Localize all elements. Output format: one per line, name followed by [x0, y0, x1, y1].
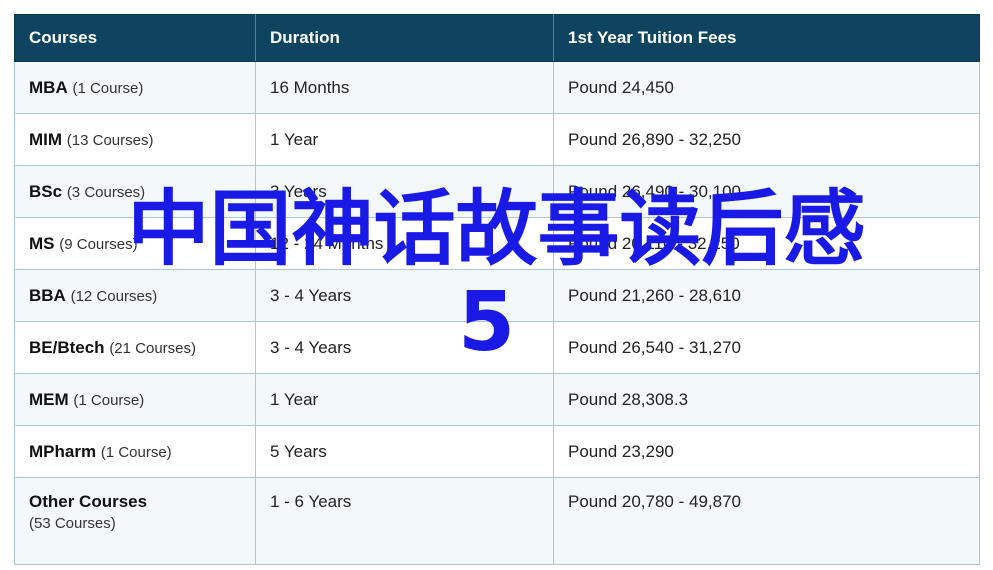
- fees-cell: Pound 26,490 - 30,100: [553, 165, 980, 218]
- table-row: MEM (1 Course) 1 Year Pound 28,308.3: [14, 373, 980, 426]
- course-count: (1 Course): [72, 79, 144, 97]
- duration-cell: 1 - 6 Years: [255, 477, 554, 565]
- course-name[interactable]: MIM: [29, 130, 62, 149]
- duration-cell: 1 Year: [255, 373, 554, 426]
- table-row: MPharm (1 Course) 5 Years Pound 23,290: [14, 425, 980, 478]
- table-header-row: Courses Duration 1st Year Tuition Fees: [14, 14, 980, 62]
- table-row: BSc (3 Courses) 3 Years Pound 26,490 - 3…: [14, 165, 980, 218]
- course-cell: BSc (3 Courses): [14, 165, 256, 218]
- duration-cell: 3 - 4 Years: [255, 321, 554, 374]
- course-count: (13 Courses): [66, 131, 154, 149]
- table-row: MS (9 Courses) 12 - 24 Months Pound 20,1…: [14, 217, 980, 270]
- course-name[interactable]: MBA: [29, 78, 68, 97]
- course-name[interactable]: BBA: [29, 286, 66, 305]
- fees-cell: Pound 20,110 - 32,250: [553, 217, 980, 270]
- duration-cell: 16 Months: [255, 61, 554, 114]
- course-count: (1 Course): [100, 443, 172, 461]
- page: Courses Duration 1st Year Tuition Fees M…: [0, 0, 993, 570]
- duration-cell: 1 Year: [255, 113, 554, 166]
- fees-cell: Pound 26,890 - 32,250: [553, 113, 980, 166]
- course-name[interactable]: BE/Btech: [29, 338, 105, 357]
- course-count: (9 Courses): [59, 235, 138, 253]
- duration-cell: 3 Years: [255, 165, 554, 218]
- course-name[interactable]: Other Courses: [29, 492, 147, 511]
- duration-cell: 3 - 4 Years: [255, 269, 554, 322]
- header-duration: Duration: [255, 14, 554, 62]
- fees-cell: Pound 28,308.3: [553, 373, 980, 426]
- fees-cell: Pound 23,290: [553, 425, 980, 478]
- course-cell: Other Courses (53 Courses): [14, 477, 256, 565]
- course-count: (53 Courses): [29, 515, 116, 532]
- course-cell: MIM (13 Courses): [14, 113, 256, 166]
- course-name[interactable]: BSc: [29, 182, 62, 201]
- course-cell: MS (9 Courses): [14, 217, 256, 270]
- table-row: BE/Btech (21 Courses) 3 - 4 Years Pound …: [14, 321, 980, 374]
- course-cell: MBA (1 Course): [14, 61, 256, 114]
- header-courses: Courses: [14, 14, 256, 62]
- fees-cell: Pound 26,540 - 31,270: [553, 321, 980, 374]
- course-cell: MPharm (1 Course): [14, 425, 256, 478]
- course-name[interactable]: MS: [29, 234, 55, 253]
- header-fees: 1st Year Tuition Fees: [553, 14, 980, 62]
- duration-cell: 12 - 24 Months: [255, 217, 554, 270]
- fees-cell: Pound 21,260 - 28,610: [553, 269, 980, 322]
- fees-cell: Pound 20,780 - 49,870: [553, 477, 980, 565]
- table-row: MIM (13 Courses) 1 Year Pound 26,890 - 3…: [14, 113, 980, 166]
- table-row: Other Courses (53 Courses) 1 - 6 Years Po…: [14, 477, 980, 565]
- course-cell: BE/Btech (21 Courses): [14, 321, 256, 374]
- course-fees-table: Courses Duration 1st Year Tuition Fees M…: [14, 14, 980, 565]
- course-cell: MEM (1 Course): [14, 373, 256, 426]
- course-count: (12 Courses): [70, 287, 158, 305]
- course-cell: BBA (12 Courses): [14, 269, 256, 322]
- table-row: BBA (12 Courses) 3 - 4 Years Pound 21,26…: [14, 269, 980, 322]
- fees-cell: Pound 24,450: [553, 61, 980, 114]
- course-name[interactable]: MEM: [29, 390, 69, 409]
- course-count: (21 Courses): [109, 339, 197, 357]
- course-name[interactable]: MPharm: [29, 442, 96, 461]
- course-count: (3 Courses): [66, 183, 146, 201]
- course-count: (1 Course): [73, 391, 145, 409]
- table-row: MBA (1 Course) 16 Months Pound 24,450: [14, 61, 980, 114]
- duration-cell: 5 Years: [255, 425, 554, 478]
